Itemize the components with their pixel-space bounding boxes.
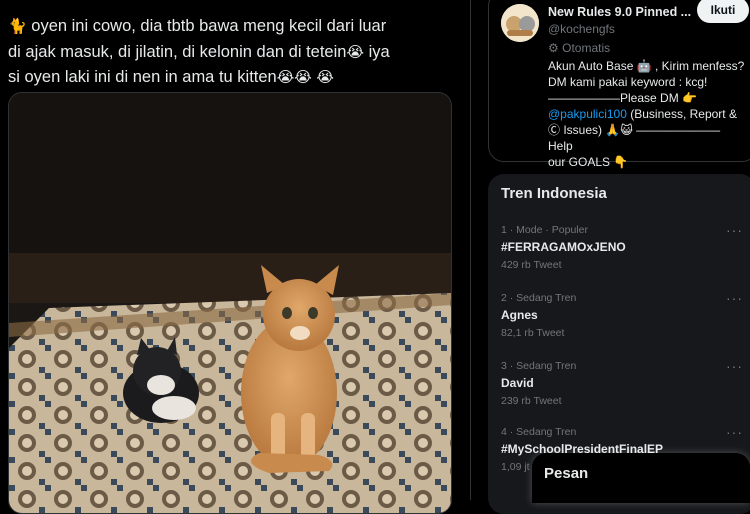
trend-meta: 4 · Sedang Tren	[501, 426, 577, 438]
more-options-icon[interactable]: ···	[726, 424, 743, 440]
account-bio: Akun Auto Base 🤖 , Kirim menfess? DM kam…	[548, 58, 748, 170]
messages-drawer[interactable]: Pesan	[532, 453, 750, 503]
trend-meta: 3 · Sedang Tren	[501, 360, 577, 372]
trend-meta: 2 · Sedang Tren	[501, 292, 577, 304]
tweet-text-line3: si oyen laki ini di nen in ama tu kitten	[8, 68, 277, 86]
crying-emoji: 😭	[294, 69, 312, 86]
trend-meta: 1 · Mode · Populer	[501, 224, 588, 236]
bio-line2: DM kami pakai keyword : kcg!	[548, 75, 708, 89]
messages-label: Pesan	[544, 465, 589, 482]
automated-label: ⚙ Otomatis	[548, 41, 610, 55]
column-divider	[470, 0, 471, 500]
trend-item[interactable]: 1 · Mode · Populer #FERRAGAMOxJENO 429 r…	[501, 222, 746, 271]
tweet-text-line1: oyen ini cowo, dia tbtb bawa meng kecil …	[31, 17, 387, 35]
sidebar: New Rules 9.0 Pinned ... @kochengfs Ikut…	[488, 0, 750, 514]
account-handle[interactable]: @kochengfs	[548, 22, 615, 36]
trend-name: David	[501, 376, 534, 390]
tweet-text-line2: di ajak masuk, di jilatin, di kelonin da…	[8, 42, 347, 61]
main-column: 🐈 oyen ini cowo, dia tbtb bawa meng keci…	[0, 0, 470, 514]
follow-button[interactable]: Ikuti	[697, 0, 749, 23]
trend-count: 82,1 rb Tweet	[501, 327, 565, 339]
more-options-icon[interactable]: ···	[726, 222, 743, 238]
bio-mention-link[interactable]: @pakpulici100	[548, 107, 627, 121]
bio-line6: our GOALS 👇	[548, 155, 629, 169]
cat-emoji: 🐈	[8, 18, 27, 35]
robot-icon: ⚙	[548, 41, 559, 55]
account-card: New Rules 9.0 Pinned ... @kochengfs Ikut…	[488, 0, 750, 169]
bio-line3: ——————Please DM 👉	[548, 91, 697, 105]
tweet-text-line2-end: iya	[368, 42, 390, 61]
crying-emoji: 😭	[316, 69, 334, 86]
trend-count: 429 rb Tweet	[501, 259, 562, 271]
tweet-photo[interactable]	[8, 92, 452, 514]
bio-line4: (Business, Report &	[630, 107, 737, 121]
trend-name: Agnes	[501, 308, 538, 322]
trend-name: #FERRAGAMOxJENO	[501, 240, 626, 254]
avatar[interactable]	[501, 4, 539, 42]
bio-line5: Ⓒ Issues) 🙏😺 ——————— Help	[548, 123, 721, 153]
account-name[interactable]: New Rules 9.0 Pinned ...	[548, 5, 691, 19]
more-options-icon[interactable]: ···	[726, 358, 743, 374]
trend-item[interactable]: 2 · Sedang Tren Agnes 82,1 rb Tweet ···	[501, 290, 746, 339]
trend-item[interactable]: 3 · Sedang Tren David 239 rb Tweet ···	[501, 358, 746, 407]
bio-line1: Akun Auto Base 🤖 , Kirim menfess?	[548, 59, 745, 73]
trends-title: Tren Indonesia	[501, 185, 607, 202]
crying-emoji: 😭	[346, 43, 364, 61]
cat-avatar-icon	[501, 4, 539, 42]
cat-photo-icon	[9, 93, 451, 513]
crying-emoji: 😭	[276, 69, 295, 86]
trend-count: 239 rb Tweet	[501, 395, 562, 407]
tweet-text: 🐈 oyen ini cowo, dia tbtb bawa meng keci…	[8, 14, 460, 91]
automated-label-text: Otomatis	[562, 41, 611, 55]
more-options-icon[interactable]: ···	[726, 290, 743, 306]
